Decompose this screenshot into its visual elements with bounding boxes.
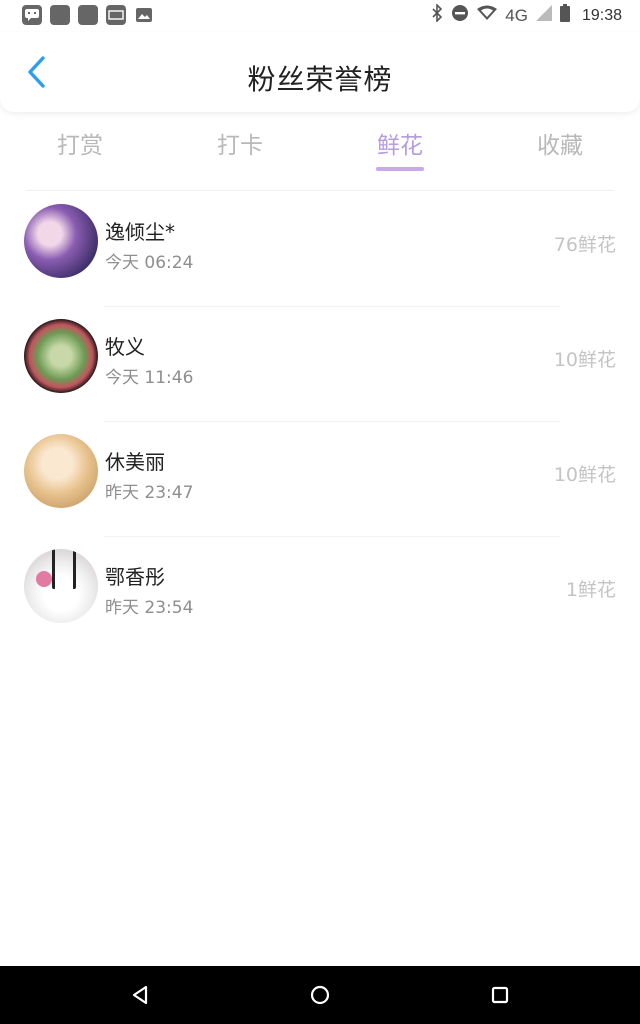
timestamp: 昨天 23:54 (105, 598, 194, 618)
wifi-icon (477, 5, 498, 26)
dnd-icon (451, 4, 469, 27)
tab-label: 打卡 (217, 133, 263, 159)
fan-ranking-list: 逸倾尘* 今天 06:24 76鲜花 牧义 今天 11:46 10鲜花 休美丽 … (0, 192, 640, 652)
bow-decoration (52, 549, 76, 589)
tab-active-indicator (376, 167, 424, 171)
status-time: 19:38 (581, 6, 622, 24)
flower-count: 1鲜花 (565, 579, 616, 601)
tab-tip[interactable]: 打赏 (0, 116, 160, 174)
nav-back-button[interactable] (125, 980, 155, 1010)
avatar[interactable] (24, 204, 98, 278)
app-header: 粉丝荣誉榜 (0, 32, 640, 112)
app-icon (50, 5, 70, 25)
avatar[interactable] (24, 319, 98, 393)
image-icon (134, 5, 154, 25)
flower-decoration (36, 571, 52, 587)
user-name: 牧义 (105, 335, 145, 359)
page-title: 粉丝荣誉榜 (247, 63, 393, 96)
tab-favorites[interactable]: 收藏 (480, 116, 640, 174)
tab-checkin[interactable]: 打卡 (160, 116, 320, 174)
home-circle-icon (310, 985, 330, 1005)
user-name: 逸倾尘* (105, 220, 175, 244)
message-icon (22, 5, 42, 25)
list-item[interactable]: 牧义 今天 11:46 10鲜花 (0, 307, 640, 422)
signal-icon (535, 5, 552, 26)
tab-label: 打赏 (57, 133, 103, 159)
timestamp: 昨天 23:47 (105, 483, 194, 503)
list-item[interactable]: 鄂香彤 昨天 23:54 1鲜花 (0, 537, 640, 652)
status-right-icons: 4G 19:38 (431, 3, 622, 27)
back-triangle-icon (132, 985, 148, 1005)
app-icon (78, 5, 98, 25)
bluetooth-icon (431, 3, 443, 27)
recents-square-icon (491, 986, 509, 1004)
timestamp: 今天 06:24 (105, 253, 194, 273)
avatar[interactable] (24, 549, 98, 623)
user-name: 休美丽 (105, 450, 165, 474)
flower-count: 10鲜花 (553, 464, 616, 486)
nav-recents-button[interactable] (485, 980, 515, 1010)
flower-count: 76鲜花 (553, 234, 616, 256)
list-item[interactable]: 逸倾尘* 今天 06:24 76鲜花 (0, 192, 640, 307)
user-name: 鄂香彤 (105, 565, 165, 589)
timestamp: 今天 11:46 (105, 368, 194, 388)
nav-home-button[interactable] (305, 980, 335, 1010)
flower-count: 10鲜花 (553, 349, 616, 371)
app-icon (106, 5, 126, 25)
battery-icon (559, 4, 570, 27)
tab-bar: 打赏 打卡 鲜花 收藏 (0, 116, 640, 174)
divider (26, 190, 614, 191)
tab-label: 收藏 (537, 133, 583, 159)
list-item[interactable]: 休美丽 昨天 23:47 10鲜花 (0, 422, 640, 537)
tab-flowers[interactable]: 鲜花 (320, 116, 480, 174)
status-left-icons (22, 5, 154, 25)
avatar[interactable] (24, 434, 98, 508)
system-nav-bar (0, 966, 640, 1024)
network-type: 4G (505, 5, 528, 25)
tab-label: 鲜花 (377, 133, 423, 159)
status-bar: 4G 19:38 (0, 0, 640, 32)
